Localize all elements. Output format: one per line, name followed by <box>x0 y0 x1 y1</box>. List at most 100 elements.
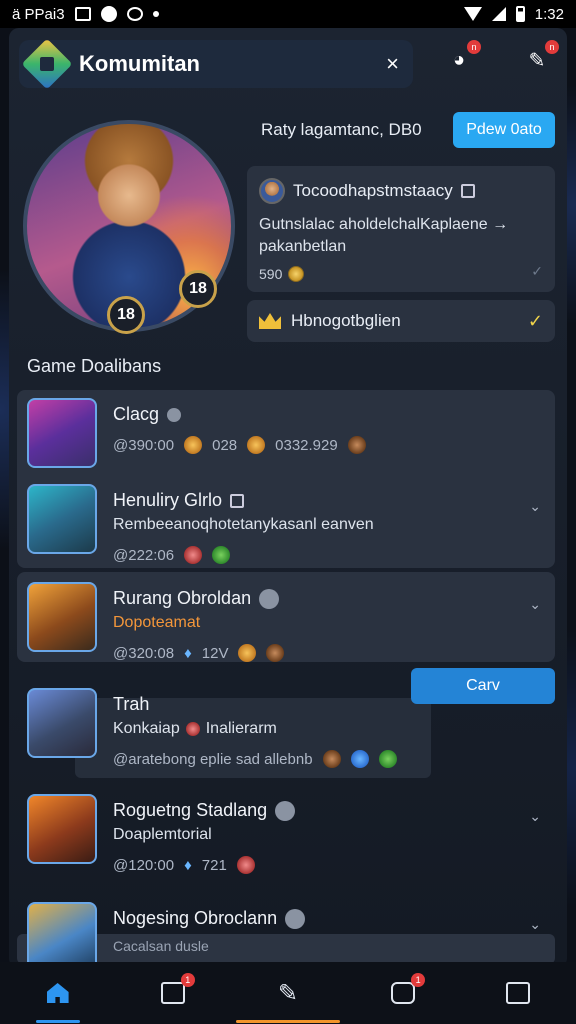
game-icon <box>27 398 97 468</box>
check-icon: ✓ <box>531 263 543 279</box>
nav-active-indicator <box>35 1020 80 1023</box>
emoji-icon <box>184 436 203 454</box>
item-title: Rurang Obroldan <box>113 588 252 608</box>
app-notification-icon <box>100 6 117 22</box>
item-meta: 028 <box>212 436 238 454</box>
item-subtitle: Cacalsan dusle <box>113 938 209 954</box>
emoji-icon <box>184 546 203 564</box>
item-meta: @120:00 <box>113 856 175 874</box>
chevron-down-icon[interactable]: ⌄ <box>529 498 541 515</box>
emoji-icon <box>212 546 231 564</box>
list-item[interactable]: Trah Konkaiap Inalierarm @aratebong epli… <box>27 688 547 768</box>
image-icon <box>460 184 475 198</box>
settings-button[interactable]: ✎ n <box>521 40 559 76</box>
item-meta: @222:06 <box>113 546 175 564</box>
battery-icon <box>515 6 525 22</box>
drop-icon: ♦ <box>184 856 192 874</box>
item-title: Clacg <box>113 404 160 424</box>
chevron-down-icon[interactable]: ⌄ <box>529 596 541 613</box>
notification-count: 590 <box>259 266 283 282</box>
profile-meta: Raty lagamtanc, DB0 <box>261 120 422 139</box>
coin-icon <box>288 266 305 282</box>
list-item[interactable]: Rurang Obroldan Dopoteamat @320:08 ♦ 12V… <box>27 582 547 662</box>
crown-icon <box>259 313 281 329</box>
nav-inbox[interactable]: 1 <box>379 969 427 1017</box>
notification-title: Tocoodhapstmstaacy <box>293 181 453 200</box>
list-item[interactable]: Nogesing Obroclann Cacalsan dusle ⌄ <box>27 902 547 968</box>
item-title: Nogesing Obroclann <box>113 908 278 928</box>
notification-body-line2: pakanbetlan <box>259 238 347 255</box>
bell-icon: ◕ <box>452 48 466 71</box>
item-title: Roguetng Stadlang <box>113 800 268 820</box>
chat-notification-icon <box>126 7 143 21</box>
list-item[interactable]: Clacg @390:00 028 0332.929 <box>27 398 547 478</box>
list-item[interactable]: Henuliry Glrlo Rembeeanoqhotetanykasanl … <box>27 484 547 564</box>
primary-action-button[interactable]: Pdew 0ato <box>453 112 555 148</box>
nav-messages[interactable]: 1 <box>149 969 197 1017</box>
notifications-button[interactable]: ◕ n <box>443 40 481 76</box>
edit-icon: ✎ <box>277 979 299 1007</box>
status-icon <box>285 908 306 929</box>
emoji-icon <box>266 644 285 662</box>
status-time: 1:32 <box>534 5 564 23</box>
item-subtitle: Inalierarm <box>205 720 277 737</box>
item-subtitle: Doaplemtorial <box>113 826 212 843</box>
emoji-icon <box>347 436 366 454</box>
rocket-icon: ✎ <box>528 49 546 72</box>
community-panel: Komumitan × ◕ n ✎ n 18 18 Raty lagamtanc… <box>9 28 567 968</box>
inbox-badge: 1 <box>411 973 426 987</box>
more-notifications-icon <box>152 11 159 17</box>
game-icon <box>27 794 97 864</box>
chevron-down-icon[interactable]: ⌄ <box>529 916 541 933</box>
game-icon <box>27 582 97 652</box>
nav-home[interactable] <box>34 969 82 1023</box>
game-icon <box>27 688 97 758</box>
emoji-icon <box>238 644 257 662</box>
item-meta: 0332.929 <box>275 436 338 454</box>
level-badge: 18 <box>179 270 217 308</box>
item-meta: 721 <box>201 856 227 874</box>
notification-icon <box>74 7 91 21</box>
emoji-icon <box>236 856 255 874</box>
list-item[interactable]: Roguetng Stadlang Doaplemtorial @120:00 … <box>27 794 547 874</box>
item-subtitle: Rembeeanoqhotetanykasanl eanven <box>113 516 374 533</box>
status-bar: ä PPai3 1:32 <box>0 0 576 28</box>
notification-card[interactable]: Tocoodhapstmstaacy Gutnslalac aholdelcha… <box>247 166 555 292</box>
item-meta: @aratebong eplie sad allebnb <box>113 750 313 768</box>
arrow-icon: → <box>492 216 509 233</box>
emoji-icon <box>378 750 397 768</box>
nav-create-indicator <box>235 1020 340 1023</box>
app-logo-icon <box>21 38 73 90</box>
bottom-navigation: 1 ✎ 1 <box>0 962 576 1024</box>
home-icon <box>46 983 69 1003</box>
level-badge-small: 18 <box>107 296 145 334</box>
nav-profile[interactable] <box>494 969 542 1017</box>
status-icon <box>259 588 280 609</box>
nav-create[interactable]: ✎ <box>235 969 340 1023</box>
messages-badge: 1 <box>180 973 195 987</box>
notifications-badge: n <box>467 40 481 54</box>
emoji-icon <box>247 436 266 454</box>
group-selector[interactable]: Hbnogotbglien ✓ <box>247 300 555 342</box>
user-avatar <box>259 178 285 204</box>
check-icon: ✓ <box>527 310 543 331</box>
settings-badge: n <box>545 40 559 54</box>
drop-icon: ♦ <box>184 644 192 662</box>
game-icon <box>27 484 97 554</box>
image-icon <box>230 493 245 508</box>
page-title: Komumitan <box>79 51 200 76</box>
header-bar: Komumitan × <box>19 38 413 90</box>
emoji-icon <box>185 722 200 736</box>
item-subtitle: Konkaiap <box>113 720 180 737</box>
signal-icon <box>491 7 506 21</box>
status-icon <box>275 800 296 821</box>
emoji-icon <box>350 750 369 768</box>
checklist-icon <box>506 982 531 1004</box>
notification-body-line1: Gutnslalac aholdelchalKaplaene <box>259 216 488 233</box>
verified-icon <box>167 407 182 422</box>
status-left-text: ä PPai3 <box>12 5 65 23</box>
close-button[interactable]: × <box>386 51 399 77</box>
chevron-down-icon[interactable]: ⌄ <box>529 808 541 825</box>
game-icon <box>27 902 97 968</box>
item-title: Henuliry Glrlo <box>113 490 223 510</box>
